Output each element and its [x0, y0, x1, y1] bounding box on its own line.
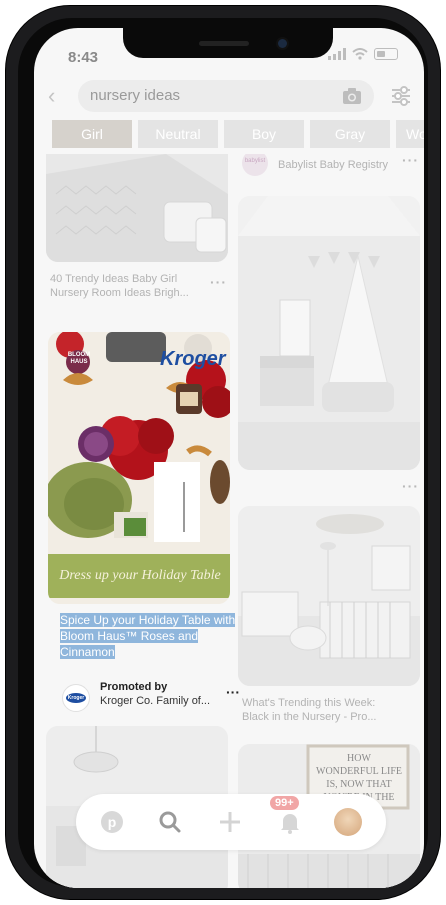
notifications-button[interactable]: 99+ — [270, 796, 304, 836]
blanket-illustration — [46, 154, 228, 262]
right-column: babylist Babylist Baby Registry ··· ··· … — [238, 154, 420, 888]
filter-chips: Girl Neutral Boy Gray Woo — [52, 120, 424, 150]
bell-icon — [281, 814, 299, 834]
chip-gray[interactable]: Gray — [310, 120, 390, 148]
kroger-logo: Kroger — [160, 348, 226, 370]
camera-icon[interactable] — [342, 87, 362, 105]
pin-caption[interactable]: 40 Trendy Ideas Baby Girl Nursery Room I… — [50, 272, 204, 300]
notch — [123, 28, 333, 58]
notification-badge: 99+ — [270, 796, 299, 810]
screen: 8:43 ‹ nursery ideas Girl Neutral Boy Gr… — [34, 28, 424, 888]
promoted-pin-image[interactable]: Kroger BLOOM HAUS Dress up your Holiday … — [48, 332, 230, 604]
pin-image-crib-blanket[interactable] — [46, 154, 228, 262]
pin-feed: 40 Trendy Ideas Baby Girl Nursery Room I… — [34, 154, 424, 888]
canopy-room-illustration — [238, 196, 420, 470]
promo-title[interactable]: Spice Up your Holiday Table with Bloom H… — [60, 612, 236, 660]
chip-woo[interactable]: Woo — [396, 120, 424, 148]
add-pin-icon[interactable] — [216, 808, 244, 836]
kroger-small-logo: Kroger — [66, 693, 86, 703]
svg-text:p: p — [108, 814, 117, 830]
source-avatar[interactable]: babylist — [242, 154, 268, 176]
chip-boy[interactable]: Boy — [224, 120, 304, 148]
chip-girl[interactable]: Girl — [52, 120, 132, 148]
speaker — [199, 41, 249, 46]
promoted-by-label: Promoted by — [100, 681, 168, 693]
more-options-icon[interactable]: ··· — [402, 154, 419, 168]
source-avatar-text: babylist — [244, 158, 266, 164]
bloom-haus-badge: BLOOM HAUS — [67, 352, 91, 365]
status-time: 8:43 — [68, 49, 99, 66]
bottom-nav: p 99+ — [76, 794, 386, 850]
promo-banner-text: Dress up your Holiday Table — [59, 568, 221, 583]
signal-icon — [328, 48, 346, 60]
source-name[interactable]: Babylist Baby Registry — [278, 158, 408, 172]
filter-icon[interactable] — [390, 84, 412, 108]
search-icon[interactable] — [156, 808, 184, 836]
promo-title-text: Spice Up your Holiday Table with Bloom H… — [60, 613, 236, 659]
pin-image-black-nursery[interactable] — [238, 506, 420, 686]
phone-frame: 8:43 ‹ nursery ideas Girl Neutral Boy Gr… — [6, 6, 440, 899]
status-icons — [328, 48, 398, 60]
front-camera — [278, 39, 287, 48]
nursery-illustration — [238, 506, 420, 686]
search-row: ‹ nursery ideas — [34, 76, 424, 116]
pin-caption[interactable]: What's Trending this Week: Black in the … — [242, 696, 402, 724]
profile-avatar[interactable] — [334, 808, 362, 836]
holiday-table-illustration — [48, 332, 230, 604]
chip-neutral[interactable]: Neutral — [138, 120, 218, 148]
pin-image-canopy-room[interactable] — [238, 196, 420, 470]
back-arrow-icon[interactable]: ‹ — [48, 85, 55, 107]
advertiser-avatar[interactable]: Kroger — [62, 684, 90, 712]
more-options-icon[interactable]: ··· — [402, 478, 419, 494]
search-query: nursery ideas — [90, 87, 181, 104]
pinterest-home-icon[interactable]: p — [98, 808, 126, 836]
battery-icon — [374, 48, 398, 60]
advertiser-name[interactable]: Kroger Co. Family of... — [100, 695, 210, 707]
search-input[interactable]: nursery ideas — [78, 80, 374, 112]
left-column: 40 Trendy Ideas Baby Girl Nursery Room I… — [46, 154, 240, 888]
more-options-icon[interactable]: ··· — [210, 274, 227, 290]
wifi-icon — [352, 48, 368, 60]
